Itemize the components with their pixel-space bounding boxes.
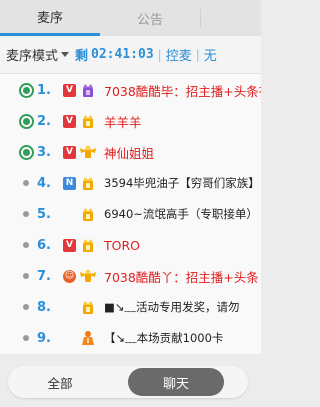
mic-queue-row[interactable]: 8. ■↘﹏活动专用发奖，请勿 [0,294,261,320]
divider: | [195,47,200,62]
vip-badge-icon: V [63,238,76,252]
vip-badge-icon: V [63,83,76,97]
idle-dot-icon [18,299,34,315]
user-nickname: 7038酷酷丫：招主播+头条 [104,269,259,285]
vip-badge-icon: V [63,114,76,128]
queue-number: 8. [37,299,51,315]
mic-mode-dropdown[interactable]: 麦序模式 [6,45,73,64]
vip-badge-icon: V [63,145,76,159]
queue-number: 4. [37,175,51,191]
idle-dot-icon [18,206,34,222]
user-nickname: 神仙姐姐 [104,145,155,161]
user-nickname: TORO [104,237,140,253]
idle-dot-icon [18,330,34,346]
gold-crown-icon [79,205,97,223]
countdown-timer: 02:41:03 [91,47,154,62]
tab-more[interactable] [200,0,261,36]
queue-number: 2. [37,113,51,129]
chat-button[interactable]: 聊天 [128,368,224,396]
queue-number: 9. [37,330,51,346]
mic-queue-row[interactable]: 1. V 7038酷酷毕：招主播+头条有 [0,77,261,103]
queue-number: 3. [37,144,51,160]
remaining-label: 剩 [75,49,89,64]
tab-bar: 麦序 公告 [0,0,261,36]
tab-mic-queue[interactable]: 麦序 [0,0,100,36]
user-nickname: 7038酷酷毕：招主播+头条有 [104,83,261,99]
gold-crown-icon [79,112,97,130]
mic-queue-row[interactable]: 7. ☺ 7038酷酷丫：招主播+头条 [0,263,261,289]
chevron-down-icon [61,52,70,57]
all-button[interactable]: 全部 [22,370,98,394]
gold-wing-icon [79,267,97,285]
mic-queue-row[interactable]: 3. V 神仙姐姐 [0,139,261,165]
speaking-indicator-icon [18,113,34,129]
gold-wing-icon [79,143,97,161]
orange-figure-icon [79,329,97,347]
mic-queue-row[interactable]: 2. V 羊羊羊 [0,108,261,134]
speaking-indicator-icon [18,144,34,160]
user-nickname: 【↘﹏本场贡献1000卡 [104,331,224,345]
queue-number: 1. [37,82,51,98]
mic-queue-list: 1. V 7038酷酷毕：招主播+头条有 2. V 羊羊羊 3. V 神仙姐姐 4. N 3594毕兜… [0,74,261,354]
divider: | [157,47,162,62]
idle-dot-icon [18,268,34,284]
idle-dot-icon [18,175,34,191]
mic-mode-label: 麦序模式 [6,49,59,64]
mic-control-link[interactable]: 控麦 [166,45,192,64]
smile-badge-icon: ☺ [63,269,76,283]
purple-crown-icon [79,81,97,99]
gold-crown-icon [79,236,97,254]
mic-toolbar: 麦序模式 剩 02:41:03 | 控麦 | 无 [0,36,261,74]
user-nickname: 羊羊羊 [104,114,142,130]
bottom-bar: 全部 聊天 [0,354,261,407]
queue-number: 7. [37,268,51,284]
mic-queue-row[interactable]: 9. 【↘﹏本场贡献1000卡 [0,325,261,351]
idle-dot-icon [18,237,34,253]
user-nickname: 6940~流氓高手（专职接单） [104,207,258,221]
mic-queue-row[interactable]: 5. 6940~流氓高手（专职接单） [0,201,261,227]
tab-announcement[interactable]: 公告 [100,0,200,36]
view-switch: 全部 聊天 [8,366,248,398]
user-nickname: ■↘﹏活动专用发奖，请勿 [104,300,240,314]
mic-queue-row[interactable]: 6. V TORO [0,232,261,258]
queue-number: 6. [37,237,51,253]
user-nickname: 3594毕兜油子【穷哥们家族】 [104,176,260,190]
toolbar-link-more[interactable]: 无 [204,45,217,64]
queue-number: 5. [37,206,51,222]
mic-queue-row[interactable]: 4. N 3594毕兜油子【穷哥们家族】 [0,170,261,196]
gold-crown-icon [79,174,97,192]
speaking-indicator-icon [18,82,34,98]
gold-crown-icon [79,298,97,316]
noble-badge-icon: N [63,176,76,190]
